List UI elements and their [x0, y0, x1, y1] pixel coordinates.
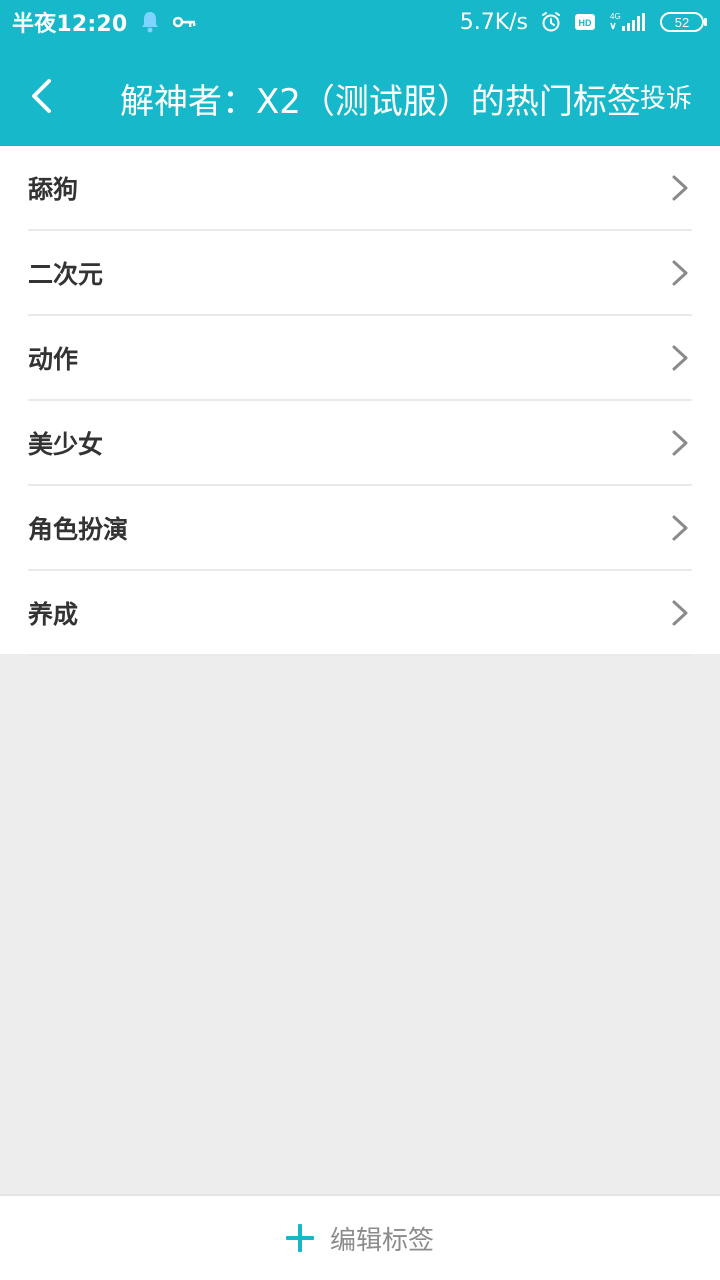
network-type-label: 4G [610, 12, 621, 21]
alarm-icon [540, 11, 562, 33]
tag-label: 舔狗 [28, 175, 79, 204]
battery-level: 52 [675, 15, 689, 30]
report-button[interactable]: 投诉 [640, 78, 692, 115]
tag-label: 养成 [28, 600, 79, 629]
tag-list: 舔狗 二次元 动作 美少女 角色扮演 养成 [0, 146, 720, 656]
tag-label: 角色扮演 [28, 515, 129, 544]
list-item[interactable]: 养成 [0, 571, 720, 656]
status-bar: 半夜12:20 5.7K/s HD 4G 52 [0, 0, 720, 44]
tag-label: 动作 [28, 345, 79, 374]
chevron-right-icon [672, 515, 688, 541]
status-left: 半夜12:20 [12, 6, 197, 38]
tag-label: 二次元 [28, 260, 104, 289]
network-speed: 5.7K/s [459, 9, 528, 35]
edit-tags-label: 编辑标签 [329, 1225, 434, 1256]
list-item[interactable]: 角色扮演 [0, 486, 720, 571]
svg-text:HD: HD [579, 18, 592, 28]
tag-label: 美少女 [28, 430, 104, 459]
list-item[interactable]: 二次元 [0, 231, 720, 316]
divider [28, 654, 692, 656]
edit-tags-button[interactable]: 编辑标签 [0, 1194, 720, 1280]
signal-icon: 4G [608, 11, 648, 33]
plus-icon [285, 1224, 314, 1252]
key-icon [173, 15, 197, 29]
list-item[interactable]: 动作 [0, 316, 720, 401]
chevron-right-icon [672, 260, 688, 286]
app-header: 解神者：X2（测试服）的热门标签 投诉 [0, 44, 720, 146]
chevron-right-icon [672, 600, 688, 626]
chevron-right-icon [672, 430, 688, 456]
list-item[interactable]: 美少女 [0, 401, 720, 486]
hot-tags-screen: 半夜12:20 5.7K/s HD 4G 52 解神者：X2（测试服）的热门标签… [0, 0, 720, 1280]
hd-icon: HD [574, 13, 596, 31]
qq-bell-icon [139, 10, 161, 34]
top-bar: 半夜12:20 5.7K/s HD 4G 52 解神者：X2（测试服）的热门标签… [0, 0, 720, 146]
status-time: 半夜12:20 [12, 12, 128, 37]
page-title: 解神者：X2（测试服）的热门标签 [120, 82, 641, 122]
chevron-left-icon [32, 79, 51, 113]
battery-icon: 52 [660, 11, 708, 33]
list-item[interactable]: 舔狗 [0, 146, 720, 231]
chevron-right-icon [672, 345, 688, 371]
back-button[interactable] [18, 68, 64, 124]
status-right: 5.7K/s HD 4G 52 [460, 10, 708, 35]
chevron-right-icon [672, 175, 688, 201]
